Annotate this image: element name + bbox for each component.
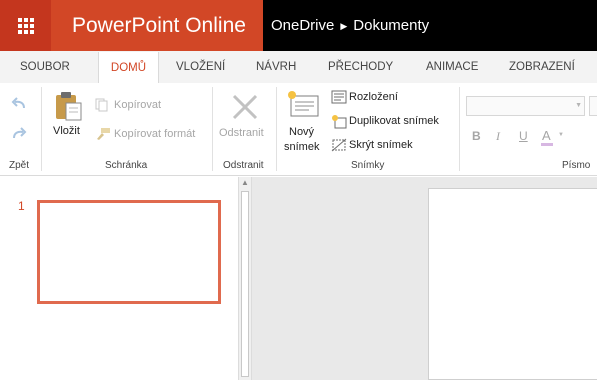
triangle-right-icon: ▶ xyxy=(340,21,348,31)
group-divider xyxy=(459,87,460,171)
font-size-select[interactable] xyxy=(589,96,597,116)
slide-thumbnail-pane: 1 xyxy=(0,177,238,380)
clipboard-icon[interactable] xyxy=(54,90,84,122)
font-color-swatch xyxy=(541,143,553,146)
paste-button[interactable]: Vložit xyxy=(53,125,80,137)
delete-button[interactable]: Odstranit xyxy=(219,127,264,139)
redo-icon[interactable] xyxy=(10,126,28,142)
new-slide-line2[interactable]: snímek xyxy=(284,141,319,153)
hide-slide-button[interactable]: Skrýt snímek xyxy=(349,139,413,151)
bold-button[interactable]: B xyxy=(472,129,481,143)
font-color-label: A xyxy=(542,128,551,143)
chevron-down-icon: ▼ xyxy=(575,102,582,109)
breadcrumb: OneDrive ▶ Dokumenty xyxy=(271,0,429,51)
group-label-odstranit: Odstranit xyxy=(223,160,264,171)
layout-icon xyxy=(331,90,347,104)
slide-editing-area xyxy=(252,177,597,380)
group-label-snimky: Snímky xyxy=(351,160,385,171)
delete-x-icon xyxy=(232,94,258,120)
tab-vlozeni[interactable]: VLOŽENÍ xyxy=(176,51,225,83)
group-label-pismo: Písmo xyxy=(562,160,591,171)
group-divider xyxy=(276,87,277,171)
tab-navrh[interactable]: NÁVRH xyxy=(256,51,296,83)
breadcrumb-onedrive[interactable]: OneDrive xyxy=(271,17,334,34)
copy-button[interactable]: Kopírovat xyxy=(114,99,161,111)
slide-thumbnail[interactable] xyxy=(37,200,221,304)
tab-prechody[interactable]: PŘECHODY xyxy=(328,51,393,83)
app-launcher-icon xyxy=(17,17,34,34)
thumbnail-scrollbar[interactable]: ▲ xyxy=(238,177,252,380)
new-slide-icon[interactable] xyxy=(287,89,321,119)
app-launcher-button[interactable] xyxy=(0,0,51,51)
brush-icon xyxy=(97,128,110,140)
new-slide-line1[interactable]: Nový xyxy=(289,126,314,138)
italic-button[interactable]: I xyxy=(496,129,500,144)
title-bar: PowerPoint Online OneDrive ▶ Dokumenty xyxy=(0,0,597,51)
tab-animace[interactable]: ANIMACE xyxy=(426,51,478,83)
font-family-select[interactable]: ▼ xyxy=(466,96,585,116)
chevron-down-icon: ▼ xyxy=(558,132,564,138)
scroll-up-icon[interactable]: ▲ xyxy=(239,177,251,189)
format-painter-button[interactable]: Kopírovat formát xyxy=(114,128,195,140)
copy-icon xyxy=(95,98,108,112)
group-label-schranka: Schránka xyxy=(105,160,148,171)
tab-zobrazeni[interactable]: ZOBRAZENÍ xyxy=(509,51,575,83)
ribbon-tabs: SOUBOR DOMŮ VLOŽENÍ NÁVRH PŘECHODY ANIMA… xyxy=(0,51,597,84)
ribbon: Zpět Vložit Kopírovat Kopírovat formát S… xyxy=(0,83,597,176)
layout-button[interactable]: Rozložení xyxy=(349,91,398,103)
group-label-zpet: Zpět xyxy=(9,160,30,171)
scrollbar-thumb[interactable] xyxy=(241,191,249,377)
underline-button[interactable]: U xyxy=(519,129,528,143)
hide-slide-icon xyxy=(331,138,347,152)
duplicate-slide-button[interactable]: Duplikovat snímek xyxy=(349,115,439,127)
slide-number: 1 xyxy=(18,199,25,213)
group-divider xyxy=(212,87,213,171)
slide-canvas[interactable] xyxy=(428,188,597,380)
breadcrumb-dokumenty[interactable]: Dokumenty xyxy=(353,17,429,34)
undo-icon[interactable] xyxy=(10,96,28,112)
app-name[interactable]: PowerPoint Online xyxy=(51,0,263,51)
tab-domu[interactable]: DOMŮ xyxy=(98,52,159,84)
duplicate-slide-icon xyxy=(332,115,347,129)
font-color-button[interactable]: A ▼ xyxy=(540,127,566,147)
group-divider xyxy=(41,87,42,171)
tab-soubor[interactable]: SOUBOR xyxy=(20,51,70,83)
